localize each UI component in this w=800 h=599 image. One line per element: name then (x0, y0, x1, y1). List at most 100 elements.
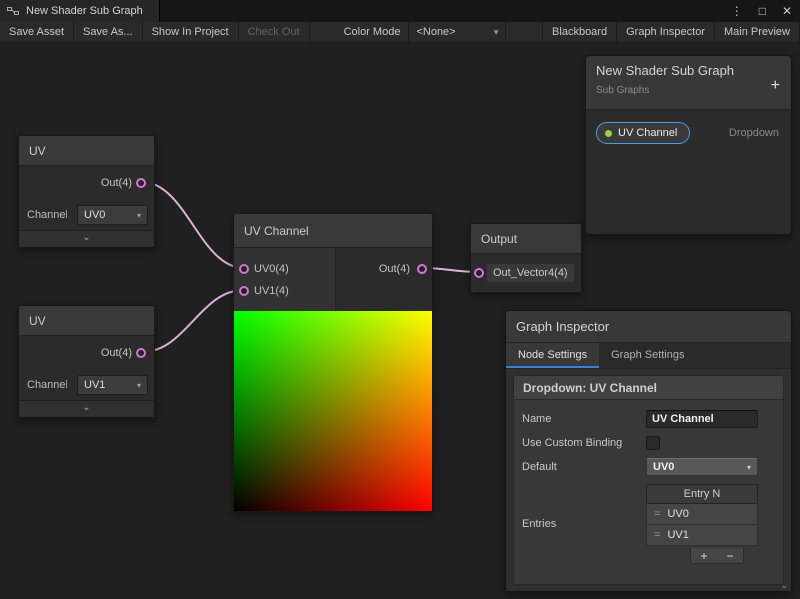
blackboard-subtitle: Sub Graphs (596, 85, 649, 96)
out-port-label: Out(4) (379, 258, 410, 280)
chevron-down-icon: ▾ (494, 27, 499, 38)
channel-label: Channel (27, 200, 67, 230)
entries-list-footer: + − (690, 548, 744, 564)
output-node[interactable]: Output Out_Vector4(4) (470, 223, 582, 293)
chevron-down-icon: ▾ (747, 463, 751, 472)
custom-binding-row: Use Custom Binding (522, 436, 775, 450)
node-title: UV (19, 306, 154, 336)
entry-row-uv0[interactable]: = UV0 (646, 504, 758, 525)
out-port[interactable] (417, 264, 427, 274)
panel-overflow-chevron-icon[interactable]: ⌄ (780, 580, 788, 591)
node-title: UV (19, 136, 154, 166)
check-out-button: Check Out (239, 22, 310, 42)
color-mode-dropdown[interactable]: <None> ▾ (408, 22, 506, 42)
default-value: UV0 (653, 461, 674, 473)
entry-value: UV0 (667, 508, 688, 520)
out-port-row: Out(4) (19, 166, 154, 200)
blackboard-title: New Shader Sub Graph (596, 63, 734, 78)
show-in-project-button[interactable]: Show In Project (143, 22, 239, 42)
input-port-uv0-label: UV0(4) (254, 258, 289, 280)
input-port-uv1-label: UV1(4) (254, 280, 289, 302)
settings-rows: Name Use Custom Binding Default UV0 ▾ En… (514, 400, 783, 576)
tab-title: New Shader Sub Graph (26, 5, 143, 17)
out-port-row: Out(4) (19, 336, 154, 370)
close-icon[interactable]: ✕ (782, 0, 792, 22)
graph-inspector-panel: Graph Inspector Node Settings Graph Sett… (505, 310, 792, 592)
property-dot-icon (605, 130, 612, 137)
use-custom-binding-label: Use Custom Binding (522, 436, 646, 450)
out-port-label: Out(4) (101, 177, 132, 189)
blackboard-body: UV Channel Dropdown (586, 120, 791, 244)
default-row: Default UV0 ▾ (522, 458, 775, 476)
inspector-title[interactable]: Graph Inspector (506, 311, 791, 343)
drag-handle-icon[interactable]: = (647, 508, 667, 520)
out-port-label: Out(4) (101, 347, 132, 359)
shader-graph-icon (7, 5, 19, 17)
toolbar: Save Asset Save As... Show In Project Ch… (0, 22, 800, 43)
entry-row-uv1[interactable]: = UV1 (646, 525, 758, 546)
uv-node-bottom[interactable]: UV Out(4) Channel UV1 ▾ ⌄ (18, 305, 155, 418)
channel-value: UV1 (84, 379, 105, 391)
port-area: UV0(4) UV1(4) Out(4) (234, 248, 432, 311)
entries-label: Entries (522, 517, 646, 531)
collapse-chevron-icon: ⌄ (82, 402, 90, 413)
property-type-label: Dropdown (729, 120, 779, 146)
input-port-uv0[interactable] (239, 264, 249, 274)
out-port[interactable] (136, 348, 146, 358)
input-port-label: Out_Vector4(4) (487, 264, 574, 282)
graph-inspector-toggle-button[interactable]: Graph Inspector (617, 22, 715, 42)
blackboard-panel: New Shader Sub Graph Sub Graphs + UV Cha… (585, 55, 792, 235)
uv-gradient-green-layer (234, 311, 432, 511)
input-port-row: Out_Vector4(4) (471, 254, 581, 292)
uv-node-top[interactable]: UV Out(4) Channel UV0 ▾ ⌄ (18, 135, 155, 248)
node-title: Output (471, 224, 581, 254)
color-mode-label: Color Mode (336, 22, 409, 42)
dropdown-settings-section: Dropdown: UV Channel Name Use Custom Bin… (513, 375, 784, 585)
blackboard-item-uv-channel[interactable]: UV Channel (596, 122, 690, 144)
drag-handle-icon[interactable]: = (647, 529, 667, 541)
window-controls: ⋮ □ ✕ (731, 0, 792, 22)
remove-entry-button[interactable]: − (726, 549, 733, 563)
entries-list: Entry N = UV0 = UV1 + − (646, 484, 758, 564)
section-title: Dropdown: UV Channel (514, 376, 783, 400)
document-tab[interactable]: New Shader Sub Graph (0, 0, 160, 22)
blackboard-item-row: UV Channel Dropdown (586, 120, 791, 146)
save-asset-button[interactable]: Save Asset (0, 22, 74, 42)
out-port[interactable] (136, 178, 146, 188)
toolbar-spacer (506, 22, 542, 42)
chevron-down-icon: ▾ (137, 381, 141, 390)
save-as-button[interactable]: Save As... (74, 22, 143, 42)
title-bar: New Shader Sub Graph ⋮ □ ✕ (0, 0, 800, 22)
blackboard-toggle-button[interactable]: Blackboard (542, 22, 617, 42)
name-input[interactable] (646, 410, 758, 428)
blackboard-header[interactable]: New Shader Sub Graph Sub Graphs + (586, 56, 791, 110)
chevron-down-icon: ▾ (137, 211, 141, 220)
channel-label: Channel (27, 370, 67, 400)
add-entry-button[interactable]: + (700, 549, 707, 563)
entries-row: Entries Entry N = UV0 = UV1 + (522, 484, 775, 564)
input-port-uv1[interactable] (239, 286, 249, 296)
shader-graph-window: New Shader Sub Graph ⋮ □ ✕ Save Asset Sa… (0, 0, 800, 599)
main-preview-toggle-button[interactable]: Main Preview (715, 22, 800, 42)
input-port[interactable] (474, 268, 484, 278)
maximize-icon[interactable]: □ (759, 0, 766, 22)
collapse-chevron-icon: ⌄ (82, 232, 90, 243)
channel-value: UV0 (84, 209, 105, 221)
name-label: Name (522, 412, 646, 426)
channel-dropdown[interactable]: UV0 ▾ (77, 205, 148, 225)
property-label: UV Channel (618, 127, 677, 139)
default-dropdown[interactable]: UV0 ▾ (646, 458, 758, 476)
collapse-toggle[interactable]: ⌄ (19, 230, 154, 247)
channel-dropdown[interactable]: UV1 ▾ (77, 375, 148, 395)
tab-graph-settings[interactable]: Graph Settings (599, 343, 696, 368)
entries-list-header: Entry N (646, 484, 758, 504)
tab-node-settings[interactable]: Node Settings (506, 343, 599, 368)
channel-row: Channel UV0 ▾ (19, 200, 154, 230)
use-custom-binding-checkbox[interactable] (646, 436, 660, 450)
color-mode-value: <None> (416, 26, 455, 38)
uv-channel-node[interactable]: UV Channel UV0(4) UV1(4) Out(4) (233, 213, 433, 512)
add-property-button[interactable]: + (771, 78, 780, 94)
menu-kebab-icon[interactable]: ⋮ (731, 0, 743, 22)
collapse-toggle[interactable]: ⌄ (19, 400, 154, 417)
node-title: UV Channel (234, 214, 432, 248)
